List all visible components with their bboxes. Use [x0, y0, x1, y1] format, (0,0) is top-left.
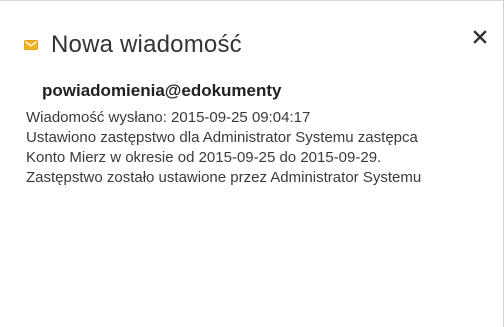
sender-address: powiadomienia@edokumenty [42, 81, 282, 100]
close-icon[interactable] [470, 27, 490, 47]
notification-header: Nowa wiadomość [0, 1, 503, 61]
message-body: Wiadomość wysłano: 2015-09-25 09:04:17 U… [26, 108, 421, 188]
notification-panel: Nowa wiadomość powiadomienia@edokumenty … [0, 0, 504, 327]
close-button[interactable] [470, 27, 490, 47]
message-line: Zastępstwo zostało ustawione przez Admin… [26, 169, 422, 186]
envelope-icon [24, 40, 38, 50]
message-sent-date: Wiadomość wysłano: 2015-09-25 09:04:17 [26, 109, 311, 126]
message-line: Ustawiono zastępstwo dla Administrator S… [26, 129, 418, 146]
message-line: Konto Mierz w okresie od 2015-09-25 do 2… [26, 149, 382, 166]
notification-title: Nowa wiadomość [51, 31, 242, 58]
